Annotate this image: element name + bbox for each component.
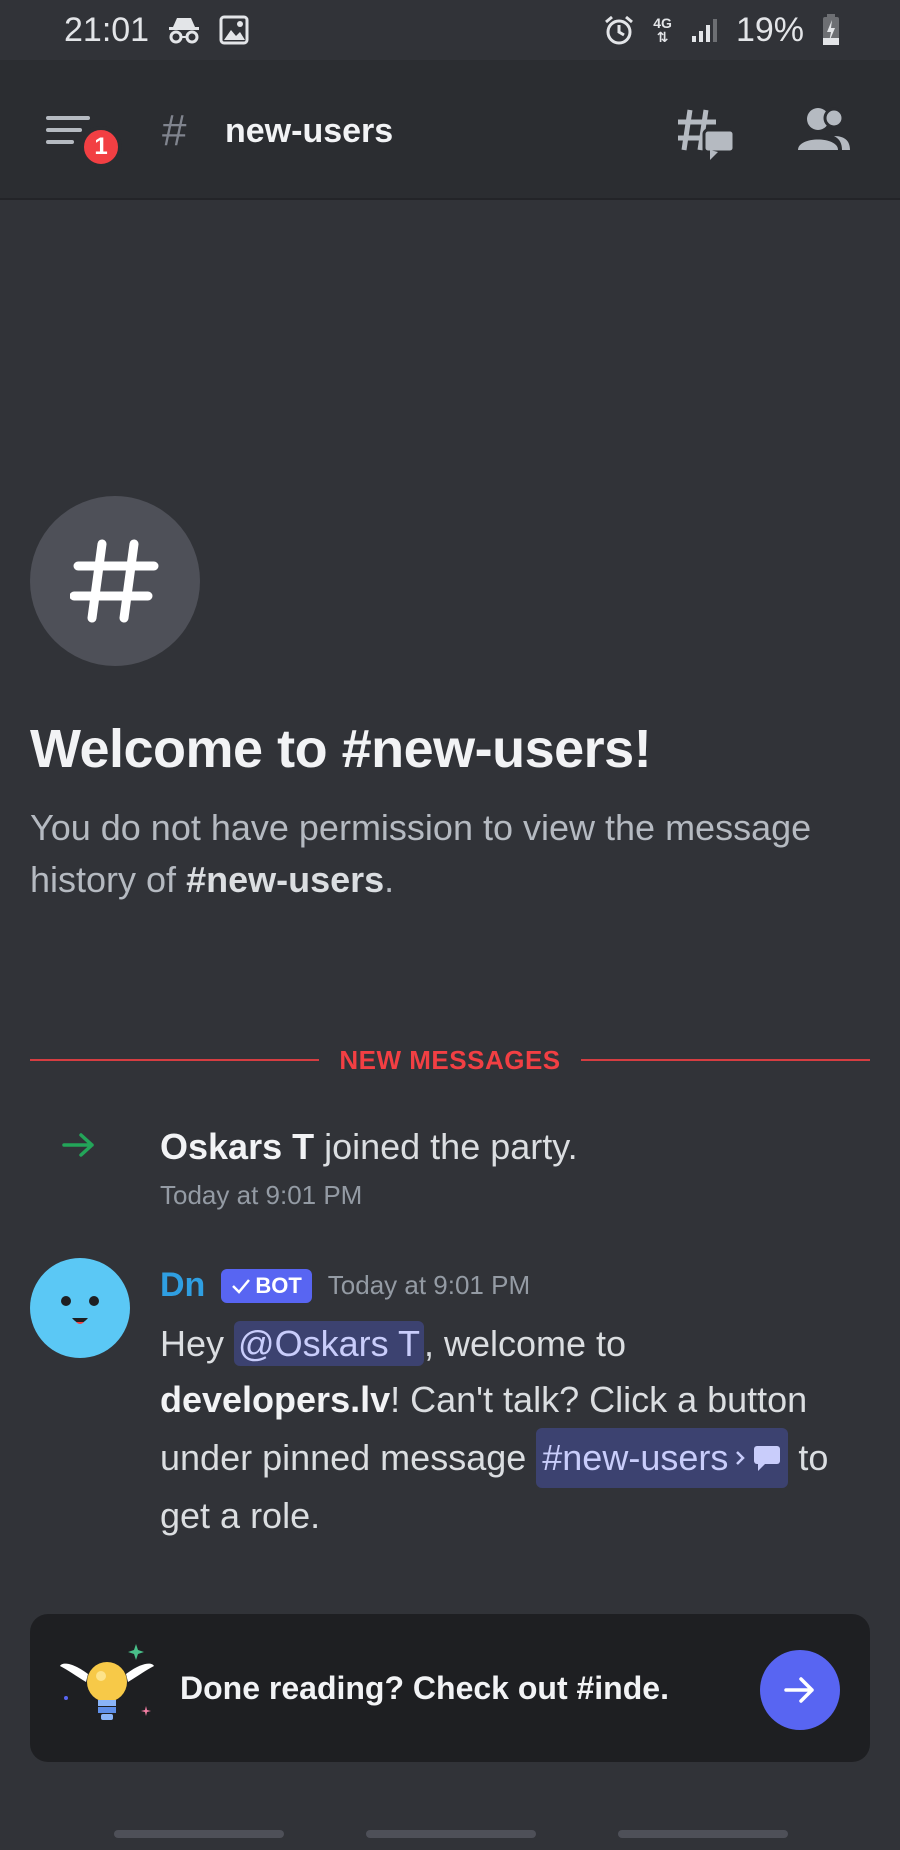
nav-home[interactable] bbox=[366, 1830, 536, 1838]
divider-line bbox=[580, 1059, 870, 1061]
channel-reference: #new-users bbox=[186, 859, 385, 900]
image-icon bbox=[219, 15, 249, 45]
new-messages-label: NEW MESSAGES bbox=[339, 1044, 561, 1075]
members-button[interactable] bbox=[796, 106, 852, 161]
lightbulb-wings-icon bbox=[58, 1636, 158, 1741]
join-username[interactable]: Oskars T bbox=[160, 1126, 314, 1167]
welcome-subtitle: You do not have permission to view the m… bbox=[30, 807, 812, 900]
members-icon bbox=[798, 107, 850, 150]
join-message: Oskars T joined the party. bbox=[160, 1126, 578, 1167]
cta-text: Done reading? Check out #inde. bbox=[180, 1670, 669, 1706]
join-timestamp: Today at 9:01 PM bbox=[160, 1180, 363, 1210]
status-time: 21:01 bbox=[64, 10, 150, 49]
bot-face-icon bbox=[61, 1296, 99, 1324]
message-timestamp: Today at 9:01 PM bbox=[327, 1270, 531, 1300]
alarm-icon bbox=[603, 14, 635, 46]
new-messages-divider: NEW MESSAGES bbox=[30, 1040, 870, 1080]
nav-recents[interactable] bbox=[114, 1830, 284, 1838]
channel-header: 1 # new-users bbox=[0, 60, 900, 200]
divider-line bbox=[30, 1059, 320, 1061]
battery-percent: 19% bbox=[735, 10, 804, 49]
avatar[interactable] bbox=[30, 1258, 130, 1358]
battery-charging-icon bbox=[822, 14, 840, 46]
message-author[interactable]: Dn bbox=[160, 1266, 205, 1305]
incognito-icon bbox=[167, 15, 201, 45]
channel-icon bbox=[30, 496, 200, 666]
threads-icon bbox=[678, 109, 736, 160]
channel-hash-icon: # bbox=[162, 106, 187, 155]
hashtag-icon bbox=[70, 539, 159, 623]
system-navigation-bar bbox=[0, 1820, 900, 1850]
threads-button[interactable] bbox=[676, 106, 736, 167]
chevron-right-icon bbox=[736, 1451, 746, 1465]
channel-link[interactable]: #new-users bbox=[536, 1428, 789, 1488]
user-mention[interactable]: @Oskars T bbox=[234, 1321, 424, 1366]
channel-title[interactable]: new-users bbox=[225, 112, 393, 151]
network-indicator: 4G ⇅ bbox=[653, 15, 672, 45]
signal-icon bbox=[690, 16, 718, 44]
welcome-title: Welcome to #new-users! bbox=[30, 719, 652, 779]
verified-check-icon bbox=[232, 1278, 251, 1294]
chat-bubble-icon bbox=[754, 1446, 781, 1471]
notification-badge: 1 bbox=[80, 126, 122, 168]
next-channel-card[interactable]: Done reading? Check out #inde. bbox=[30, 1614, 870, 1762]
message-header: Dn BOT Today at 9:01 PM bbox=[160, 1266, 530, 1305]
status-bar: 21:01 4G ⇅ 19% bbox=[0, 0, 900, 60]
nav-back[interactable] bbox=[618, 1830, 788, 1838]
next-channel-button[interactable] bbox=[760, 1650, 840, 1730]
message-content: Hey @Oskars T, welcome to developers.lv!… bbox=[160, 1321, 829, 1536]
bot-badge: BOT bbox=[221, 1268, 312, 1303]
join-arrow-icon bbox=[62, 1132, 96, 1163]
arrow-right-icon bbox=[784, 1677, 814, 1703]
